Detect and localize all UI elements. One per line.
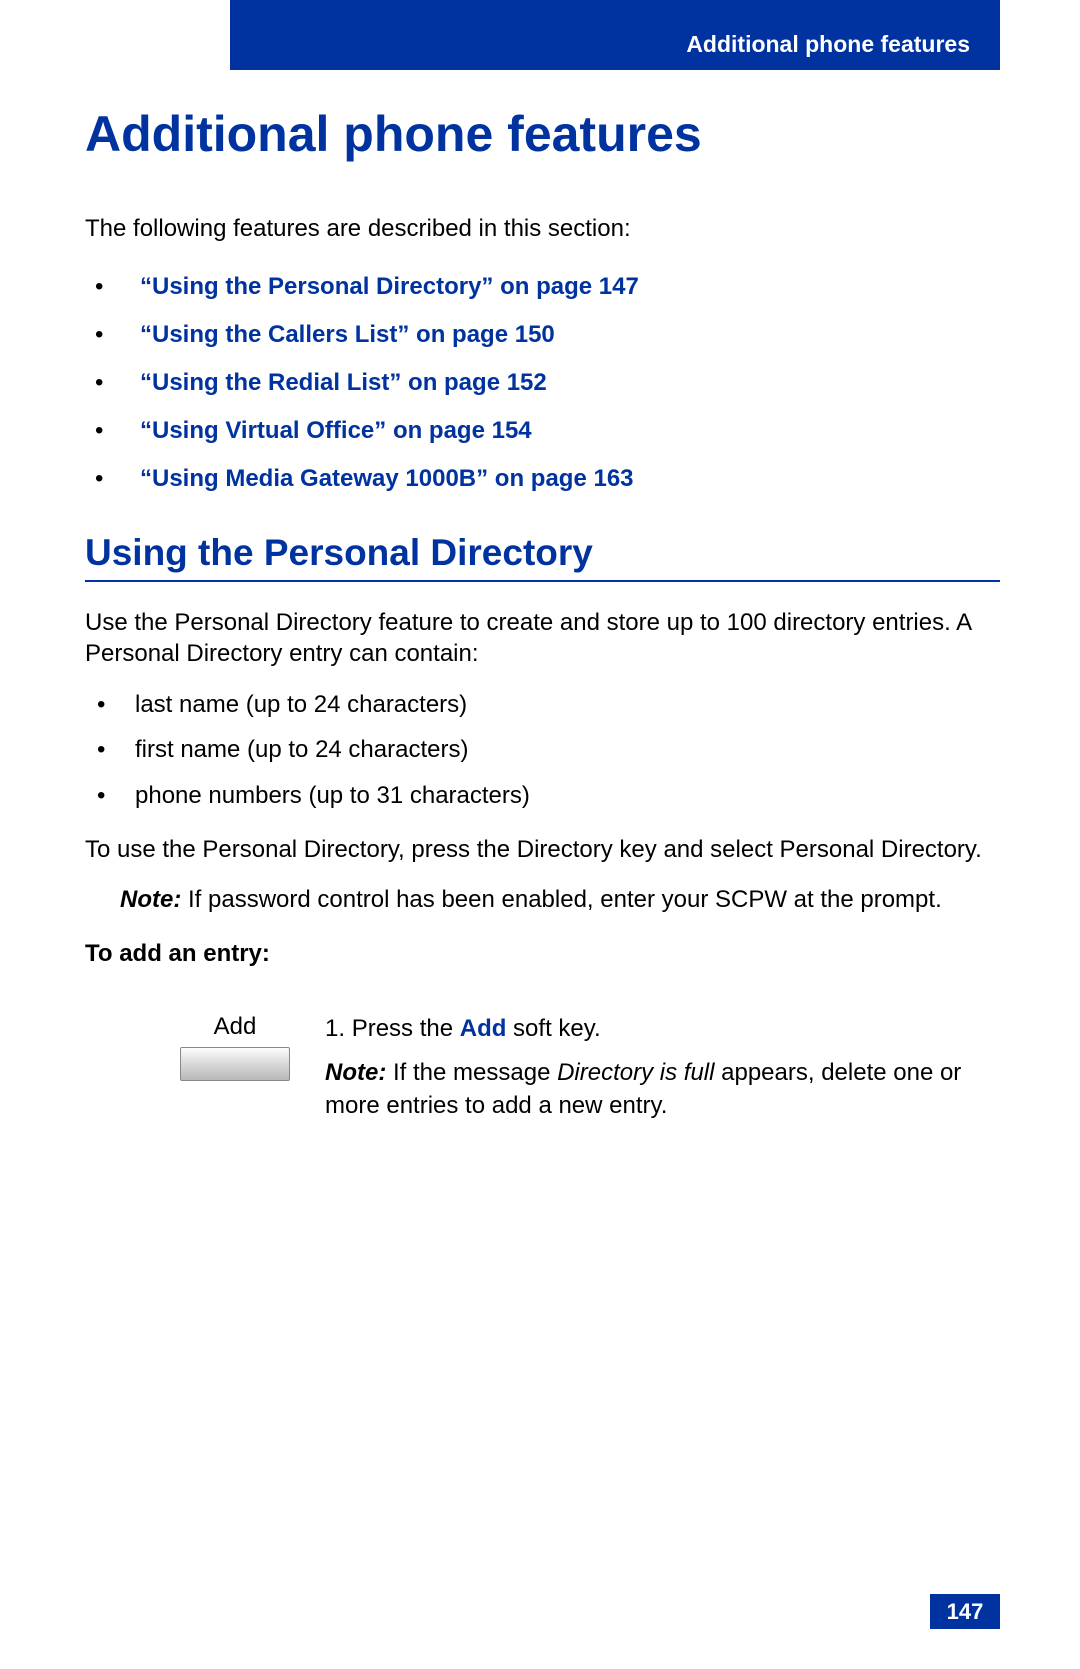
- note-label: Note:: [120, 886, 181, 913]
- note-block: Note: If password control has been enabl…: [120, 884, 1000, 915]
- softkey-button-icon: [180, 1047, 290, 1081]
- header-section-label: Additional phone features: [686, 31, 970, 58]
- toc-link[interactable]: “Using Media Gateway 1000B” on page 163: [85, 461, 1000, 497]
- procedure-subhead: To add an entry:: [85, 940, 1000, 968]
- step-row: Add 1. Press the Add soft key. Note: If …: [85, 1013, 1000, 1122]
- entry-contents-list: last name (up to 24 characters) first na…: [85, 688, 1000, 813]
- header-bar: Additional phone features: [230, 0, 1000, 70]
- softkey-column: Add: [85, 1013, 305, 1081]
- keyword-add: Add: [460, 1015, 507, 1042]
- step-number: 1.: [325, 1015, 345, 1042]
- toc-link-list: “Using the Personal Directory” on page 1…: [85, 269, 1000, 497]
- toc-link[interactable]: “Using Virtual Office” on page 154: [85, 413, 1000, 449]
- list-item: phone numbers (up to 31 characters): [85, 779, 1000, 813]
- list-item: last name (up to 24 characters): [85, 688, 1000, 722]
- softkey-label: Add: [165, 1013, 305, 1041]
- section-para: To use the Personal Directory, press the…: [85, 834, 1000, 865]
- note-text: If password control has been enabled, en…: [181, 886, 941, 913]
- page-content: Additional phone features The following …: [85, 105, 1000, 1122]
- note-label: Note:: [325, 1059, 386, 1086]
- page-number: 147: [930, 1594, 1000, 1629]
- step-text-prefix: Press the: [352, 1015, 460, 1042]
- list-item: first name (up to 24 characters): [85, 733, 1000, 767]
- step-text-suffix: soft key.: [506, 1015, 600, 1042]
- intro-text: The following features are described in …: [85, 213, 1000, 244]
- toc-link[interactable]: “Using the Redial List” on page 152: [85, 365, 1000, 401]
- step-note-italic: Directory is full: [557, 1059, 714, 1086]
- step-instruction: 1. Press the Add soft key.: [325, 1013, 1000, 1045]
- step-text: 1. Press the Add soft key. Note: If the …: [325, 1013, 1000, 1122]
- step-note-prefix: If the message: [386, 1059, 557, 1086]
- section-title: Using the Personal Directory: [85, 532, 1000, 582]
- section-para: Use the Personal Directory feature to cr…: [85, 607, 1000, 669]
- step-note: Note: If the message Directory is full a…: [325, 1057, 1000, 1122]
- toc-link[interactable]: “Using the Callers List” on page 150: [85, 317, 1000, 353]
- toc-link[interactable]: “Using the Personal Directory” on page 1…: [85, 269, 1000, 305]
- chapter-title: Additional phone features: [85, 105, 1000, 163]
